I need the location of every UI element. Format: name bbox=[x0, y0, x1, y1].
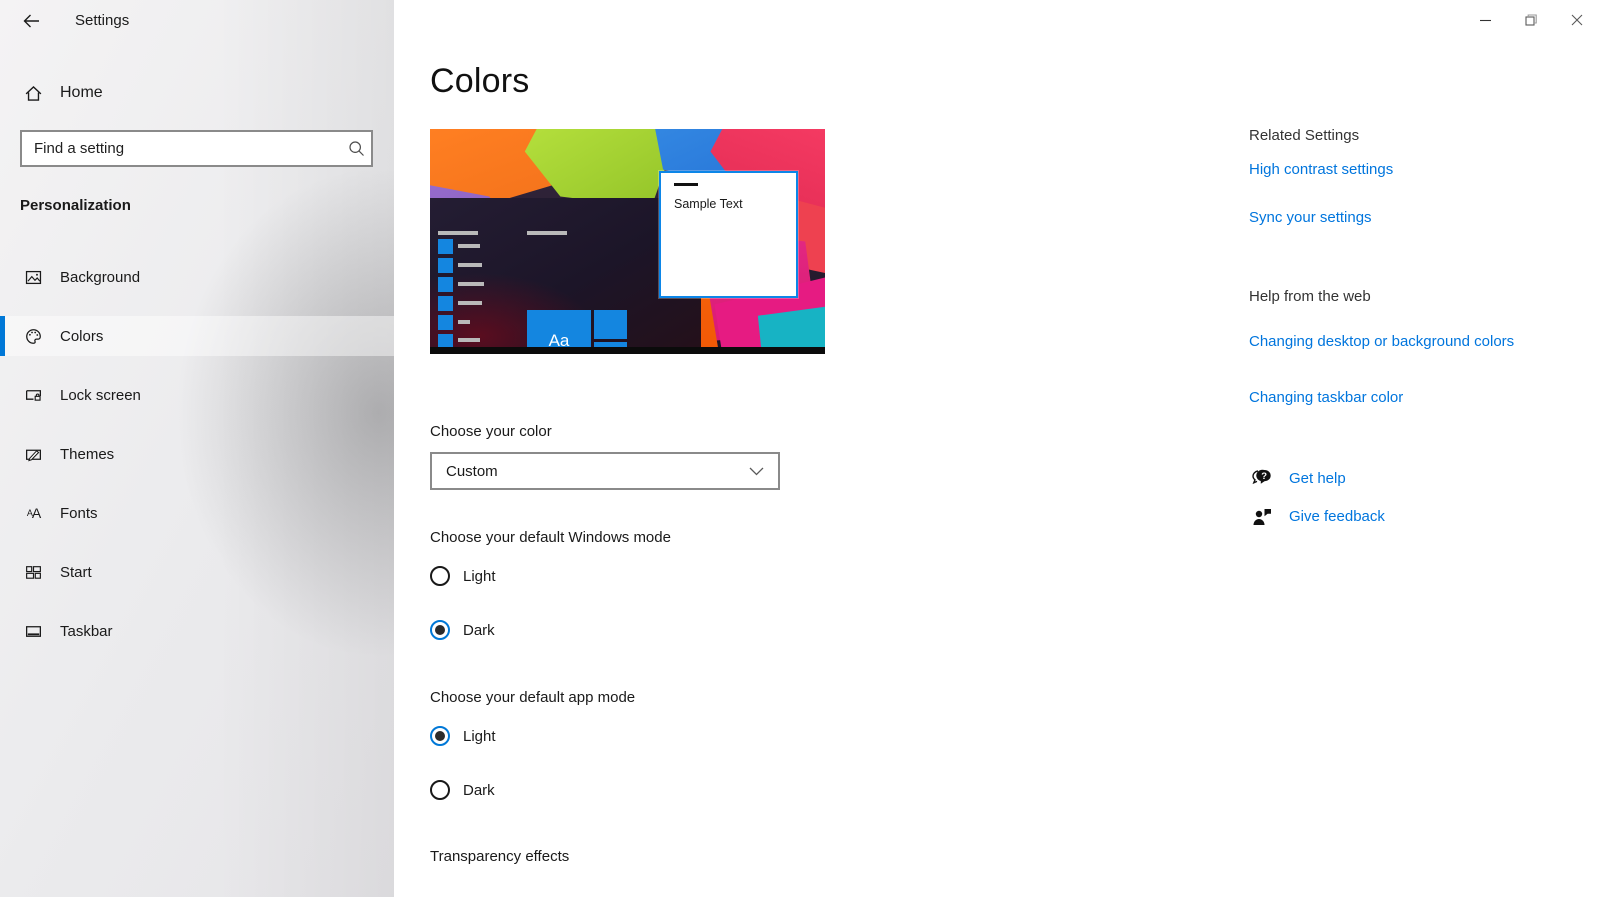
high-contrast-settings-link[interactable]: High contrast settings bbox=[1249, 158, 1393, 181]
themes-icon bbox=[24, 445, 43, 464]
home-icon bbox=[24, 84, 43, 103]
start-grid-icon bbox=[24, 563, 43, 582]
sidebar-item-label: Background bbox=[60, 268, 141, 286]
windows-mode-label: Choose your default Windows mode bbox=[430, 529, 671, 546]
settings-window: Settings Home Personalization Background bbox=[0, 0, 1600, 897]
lock-screen-icon bbox=[24, 386, 43, 405]
sidebar: Settings Home Personalization Background bbox=[0, 0, 394, 897]
sidebar-item-home[interactable]: Home bbox=[0, 74, 394, 112]
sidebar-item-colors[interactable]: Colors bbox=[0, 316, 394, 356]
choose-color-dropdown[interactable]: Custom bbox=[430, 452, 780, 490]
colors-palette-icon bbox=[24, 327, 43, 346]
back-button[interactable] bbox=[16, 8, 46, 34]
radio-label: Light bbox=[463, 567, 496, 585]
sync-your-settings-link[interactable]: Sync your settings bbox=[1249, 206, 1372, 229]
related-settings-title: Related Settings bbox=[1249, 127, 1360, 144]
radio-selected-icon bbox=[430, 726, 450, 746]
give-feedback-link[interactable]: Give feedback bbox=[1289, 505, 1385, 528]
app-mode-dark-radio[interactable]: Dark bbox=[430, 780, 495, 800]
changing-taskbar-color-link[interactable]: Changing taskbar color bbox=[1249, 386, 1403, 409]
colors-preview-image: Aa Sample Text bbox=[430, 129, 825, 354]
sidebar-item-themes[interactable]: Themes bbox=[0, 434, 394, 474]
radio-selected-icon bbox=[430, 620, 450, 640]
sidebar-item-label: Lock screen bbox=[60, 386, 141, 404]
sidebar-item-background[interactable]: Background bbox=[0, 257, 394, 297]
sidebar-nav: Background Colors Lock screen Themes A A… bbox=[0, 257, 394, 670]
preview-sample-window: Sample Text bbox=[659, 171, 798, 298]
give-feedback-row[interactable]: Give feedback bbox=[1249, 505, 1385, 528]
sidebar-item-label: Home bbox=[60, 84, 103, 101]
get-help-row[interactable]: ? Get help bbox=[1249, 467, 1346, 490]
sidebar-item-taskbar[interactable]: Taskbar bbox=[0, 611, 394, 651]
sidebar-item-start[interactable]: Start bbox=[0, 552, 394, 592]
sidebar-item-label: Fonts bbox=[60, 504, 98, 522]
preview-sample-text: Sample Text bbox=[674, 197, 743, 211]
background-image-icon bbox=[24, 268, 43, 287]
app-title: Settings bbox=[75, 12, 130, 29]
transparency-label: Transparency effects bbox=[430, 848, 570, 865]
close-button[interactable] bbox=[1554, 0, 1600, 40]
window-controls bbox=[1462, 0, 1600, 40]
minimize-button[interactable] bbox=[1462, 0, 1508, 40]
search-input[interactable] bbox=[22, 140, 341, 157]
windows-mode-light-radio[interactable]: Light bbox=[430, 566, 496, 586]
sidebar-item-label: Colors bbox=[60, 327, 104, 345]
sidebar-item-label: Taskbar bbox=[60, 622, 113, 640]
content-pane: Colors Aa Sample Text Choose your color … bbox=[394, 0, 1600, 897]
get-help-link[interactable]: Get help bbox=[1289, 467, 1346, 490]
page-title: Colors bbox=[430, 62, 530, 100]
feedback-person-icon bbox=[1249, 506, 1275, 528]
choose-color-label: Choose your color bbox=[430, 423, 552, 440]
preview-window-title-dash bbox=[674, 183, 698, 186]
svg-text:?: ? bbox=[1261, 471, 1267, 482]
radio-label: Dark bbox=[463, 781, 495, 799]
sidebar-section-title: Personalization bbox=[20, 197, 131, 214]
choose-color-value: Custom bbox=[446, 462, 498, 480]
changing-desktop-colors-link[interactable]: Changing desktop or background colors bbox=[1249, 330, 1517, 353]
fonts-icon: AA bbox=[26, 505, 41, 521]
radio-unselected-icon bbox=[430, 566, 450, 586]
radio-label: Light bbox=[463, 727, 496, 745]
sidebar-item-label: Start bbox=[60, 563, 92, 581]
restore-button[interactable] bbox=[1508, 0, 1554, 40]
windows-mode-dark-radio[interactable]: Dark bbox=[430, 620, 495, 640]
app-mode-light-radio[interactable]: Light bbox=[430, 726, 496, 746]
app-mode-label: Choose your default app mode bbox=[430, 689, 636, 706]
help-from-web-title: Help from the web bbox=[1249, 288, 1371, 305]
help-bubble-icon: ? bbox=[1249, 468, 1275, 490]
search-box bbox=[20, 130, 373, 167]
sidebar-item-label: Themes bbox=[60, 445, 115, 463]
sidebar-item-lock-screen[interactable]: Lock screen bbox=[0, 375, 394, 415]
sidebar-item-fonts[interactable]: AA Fonts bbox=[0, 493, 394, 533]
radio-unselected-icon bbox=[430, 780, 450, 800]
preview-taskbar bbox=[430, 347, 825, 354]
radio-label: Dark bbox=[463, 621, 495, 639]
search-icon[interactable] bbox=[341, 140, 371, 157]
chevron-down-icon bbox=[749, 467, 764, 475]
taskbar-icon bbox=[24, 622, 43, 641]
back-arrow-icon bbox=[23, 14, 39, 28]
